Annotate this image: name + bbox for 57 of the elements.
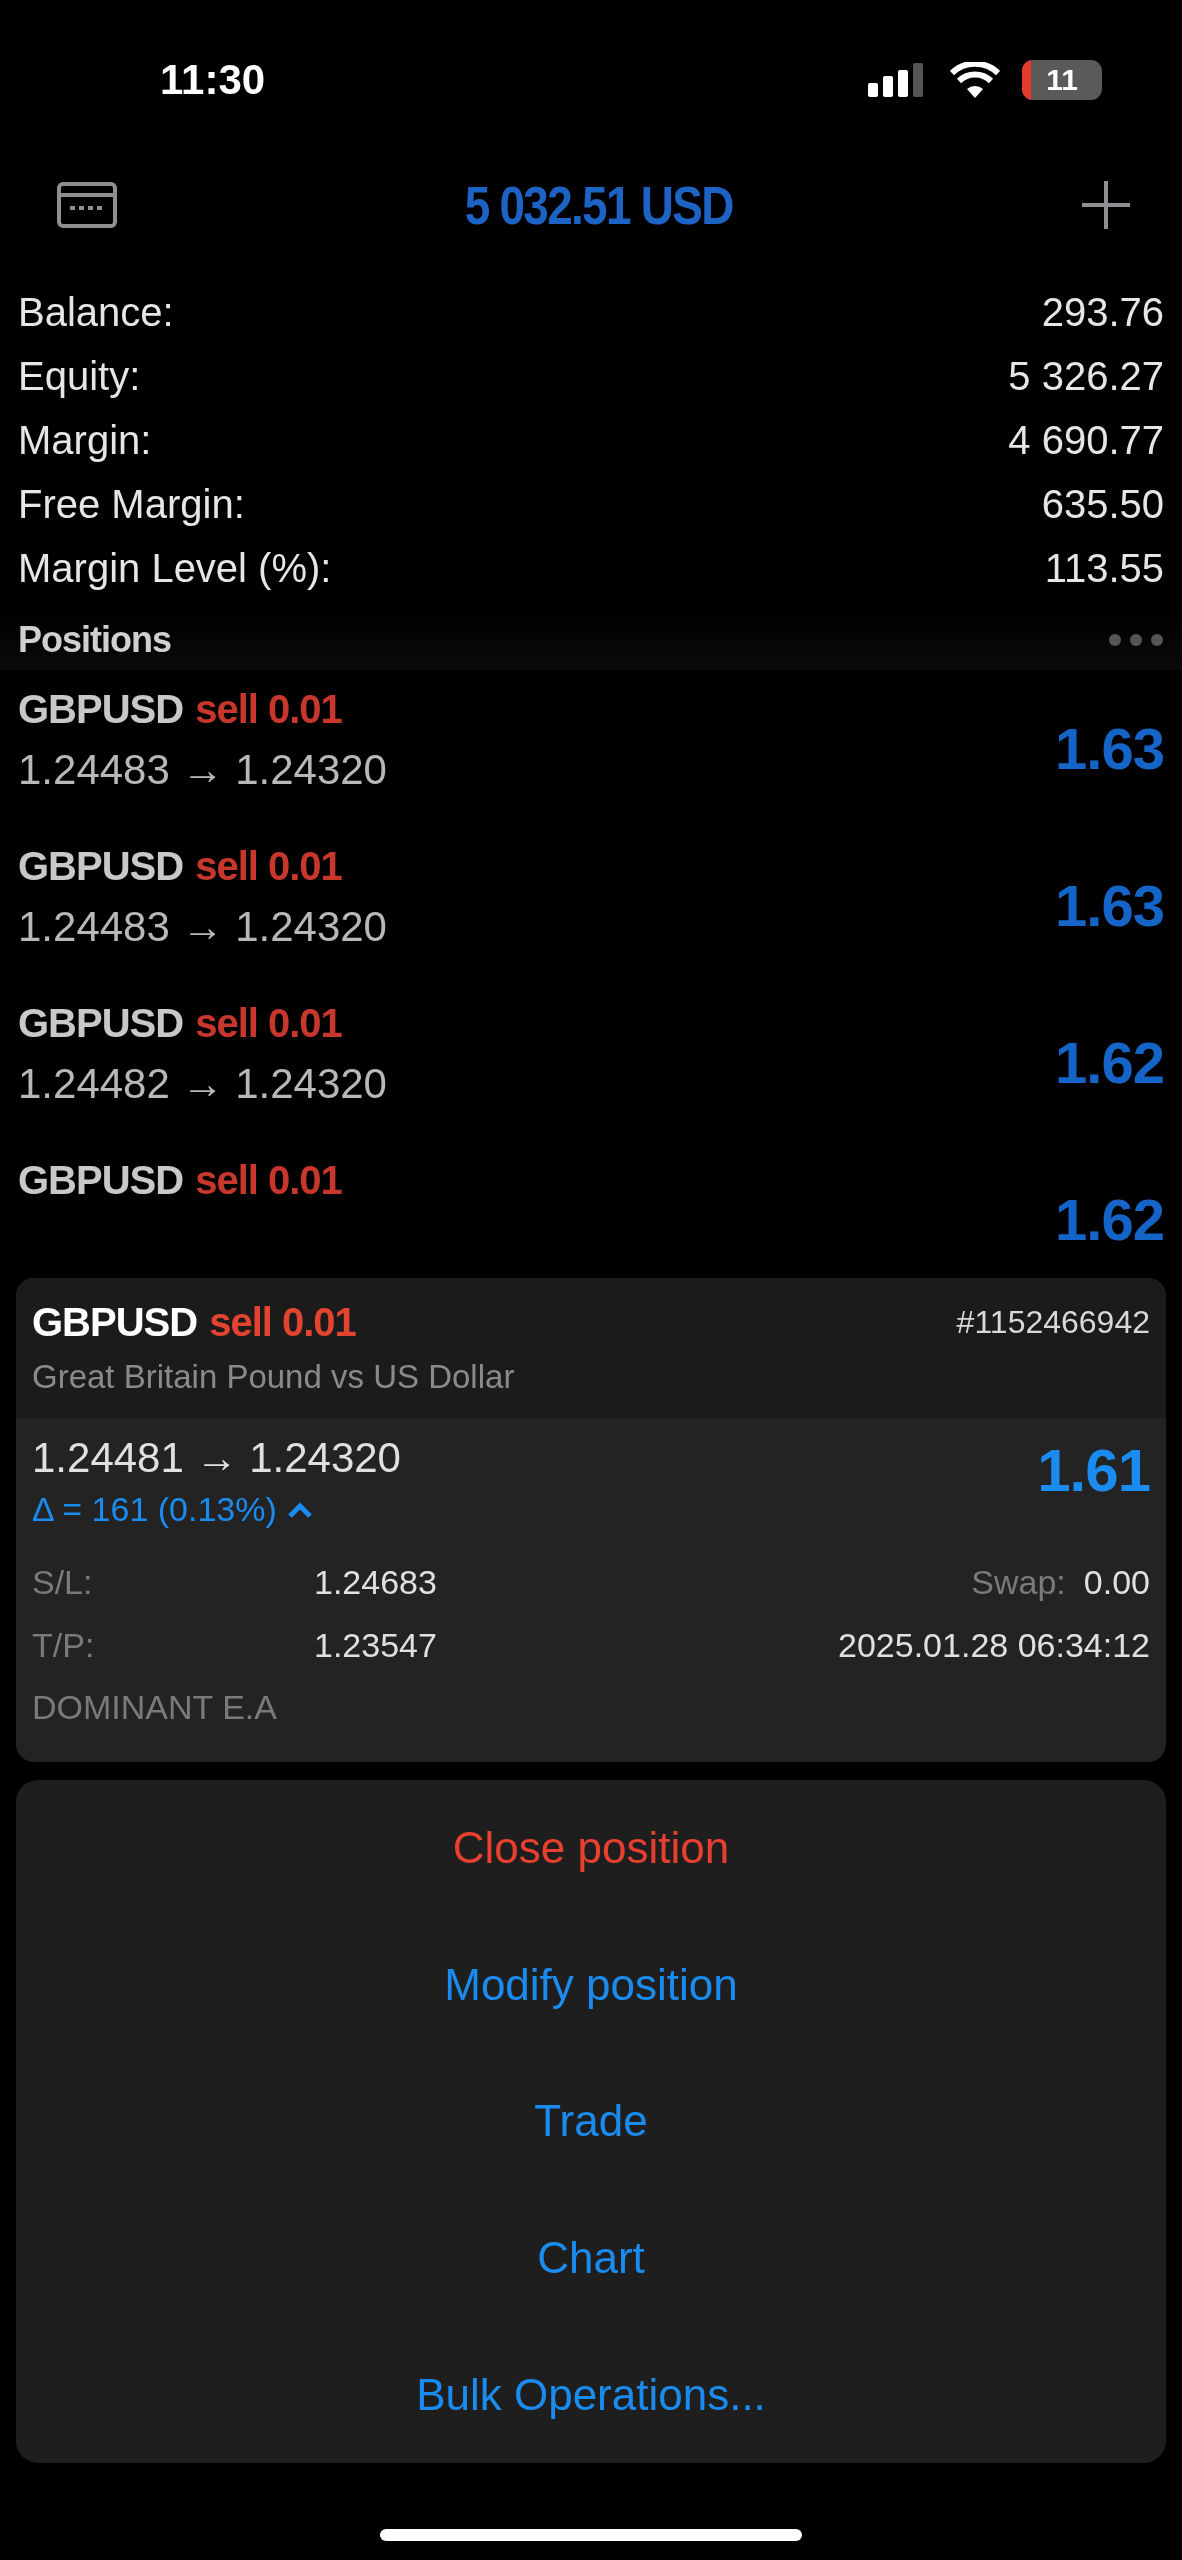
battery-icon: 11 [1022,60,1102,100]
position-prices: 1.24483 → 1.24320 [18,745,387,794]
field-value: 0.00 [1083,1562,1150,1603]
summary-value: 293.76 [1041,289,1164,335]
position-profit: 1.62 [1055,1186,1164,1253]
position-profit: 1.63 [1055,715,1164,782]
position-symbol: GBPUSD [18,1157,184,1203]
action-button[interactable]: Trade [534,2053,648,2190]
position-profit: 1.63 [1055,872,1164,939]
position-comment: DOMINANT E.A [32,1687,278,1728]
action-button[interactable]: Bulk Operations... [416,2326,766,2463]
summary-value: 635.50 [1041,481,1164,527]
summary-value: 4 690.77 [1008,417,1164,463]
open-time: 2025.01.28 06:34:12 [838,1625,1150,1666]
chevron-up-icon[interactable] [286,1500,313,1519]
position-prices: 1.24481 → 1.24320 [32,1433,401,1483]
field-label: Swap: [971,1562,1066,1603]
field-label: S/L: [32,1562,94,1603]
position-profit: 1.62 [1055,1029,1164,1096]
ticket-number: #1152466942 [956,1303,1150,1341]
position-row[interactable]: GBPUSD sell 0.01 1.24483 → 1.24320 1.63 [0,827,1182,984]
action-button[interactable]: Chart [537,2189,645,2327]
summary-value: 113.55 [1044,545,1164,591]
summary-label: Balance: [18,289,174,335]
action-button[interactable]: Modify position [444,1916,738,2054]
section-title: Positions [18,619,172,661]
position-profit: 1.61 [1037,1436,1150,1505]
more-icon[interactable] [1108,633,1164,647]
position-row[interactable]: GBPUSD sell 0.01 1.24482 → 1.24320 1.62 [0,984,1182,1141]
account-balance-title: 5 032.51 USD [465,174,733,236]
clock: 11:30 [160,56,266,104]
summary-label: Free Margin: [18,481,245,527]
symbol-description: Great Britain Pound vs US Dollar [32,1358,516,1396]
summary-value: 5 326.27 [1008,353,1164,399]
position-row[interactable]: GBPUSD sell 0.01 1.24483 → 1.24320 1.63 [0,670,1182,827]
add-icon[interactable] [1080,179,1132,231]
action-button[interactable]: Close position [452,1780,730,1917]
position-prices: 1.24483 → 1.24320 [18,902,387,951]
card-icon[interactable] [56,181,118,229]
position-order: sell 0.01 [195,1000,342,1046]
position-symbol: GBPUSD [32,1299,198,1345]
position-symbol: GBPUSD [18,843,184,889]
field-value: 1.24683 [314,1562,438,1603]
position-order: sell 0.01 [209,1299,356,1345]
field-value: 1.23547 [314,1625,438,1666]
price-delta: Δ = 161 (0.13%) [32,1490,277,1529]
summary-label: Margin Level (%): [18,545,332,591]
wifi-icon [950,62,1000,98]
position-prices: 1.24482 → 1.24320 [18,1059,387,1108]
field-label: T/P: [32,1625,96,1666]
summary-label: Equity: [18,353,141,399]
summary-label: Margin: [18,417,152,463]
position-order: sell 0.01 [195,1157,342,1203]
position-symbol: GBPUSD [18,1000,184,1046]
position-symbol: GBPUSD [18,686,184,732]
position-order: sell 0.01 [195,843,342,889]
position-order: sell 0.01 [195,686,342,732]
